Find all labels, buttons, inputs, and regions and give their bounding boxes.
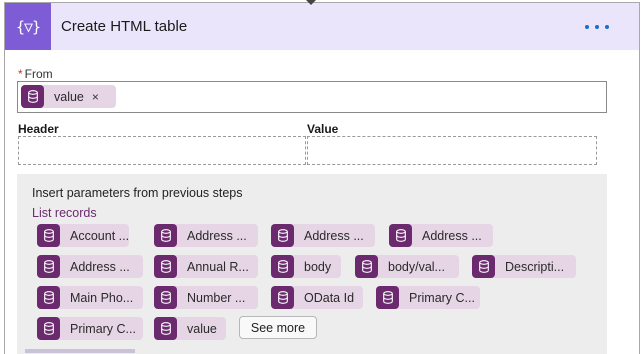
dynamic-content-token[interactable]: value <box>154 317 226 340</box>
database-icon <box>376 286 399 309</box>
database-icon <box>154 224 177 247</box>
database-icon <box>21 85 44 108</box>
dynamic-content-token[interactable]: Address ... <box>37 255 143 278</box>
remove-token-icon[interactable]: × <box>92 90 99 104</box>
value-column-label: Value <box>307 122 339 136</box>
database-icon <box>271 224 294 247</box>
token-label: Address ... <box>304 228 364 243</box>
database-icon <box>37 317 60 340</box>
token-label: Account ... <box>70 228 129 243</box>
token-label: Number ... <box>187 290 246 305</box>
required-marker: * <box>18 67 23 81</box>
card-title: Create HTML table <box>61 18 188 35</box>
create-html-table-card: {▽} Create HTML table * From value × Head… <box>4 2 640 354</box>
curly-braces-function-icon: {▽} <box>5 3 51 50</box>
token-label: Primary C... <box>409 290 475 305</box>
dynamic-content-token[interactable]: Number ... <box>154 286 258 309</box>
dynamic-content-title: Insert parameters from previous steps <box>32 186 243 200</box>
database-icon <box>355 255 378 278</box>
database-icon <box>37 286 60 309</box>
token-label: Primary C... <box>70 321 136 336</box>
dynamic-content-token[interactable]: Main Pho... <box>37 286 143 309</box>
token-label: body/val... <box>388 259 445 274</box>
token-label: body <box>304 259 332 274</box>
database-icon <box>271 255 294 278</box>
dot-icon <box>585 25 589 29</box>
token-label: value <box>187 321 217 336</box>
dot-icon <box>605 25 609 29</box>
token-label: Main Pho... <box>70 290 134 305</box>
database-icon <box>37 255 60 278</box>
dynamic-content-token[interactable]: Descripti... <box>472 255 576 278</box>
card-header[interactable]: {▽} Create HTML table <box>5 3 639 50</box>
from-token-label: value <box>54 89 84 104</box>
connector-arrow-icon <box>306 0 316 5</box>
dynamic-content-token[interactable]: Annual R... <box>154 255 258 278</box>
dynamic-content-token[interactable]: Address ... <box>389 224 493 247</box>
database-icon <box>154 286 177 309</box>
header-column-label: Header <box>18 122 59 136</box>
from-label-text: From <box>24 67 53 81</box>
dot-icon <box>595 25 599 29</box>
dynamic-content-token[interactable]: Account ... <box>37 224 129 247</box>
more-options-button[interactable] <box>585 20 609 34</box>
dynamic-content-token[interactable]: body <box>271 255 341 278</box>
header-input[interactable] <box>18 136 306 165</box>
database-icon <box>271 286 294 309</box>
next-group-link-cut-off <box>25 349 135 353</box>
dynamic-content-panel: Insert parameters from previous steps Li… <box>17 174 607 354</box>
token-label: Address ... <box>187 228 247 243</box>
dynamic-content-token[interactable]: Primary C... <box>37 317 143 340</box>
from-token-value[interactable]: value × <box>21 85 116 108</box>
token-label: Address ... <box>422 228 482 243</box>
database-icon <box>154 255 177 278</box>
value-input[interactable] <box>307 136 597 165</box>
from-label: * From <box>18 67 53 81</box>
token-label: Annual R... <box>187 259 249 274</box>
dynamic-content-token[interactable]: Address ... <box>154 224 258 247</box>
dynamic-content-token[interactable]: Address ... <box>271 224 375 247</box>
token-label: OData Id <box>304 290 355 305</box>
database-icon <box>37 224 60 247</box>
dynamic-content-token[interactable]: body/val... <box>355 255 459 278</box>
from-field[interactable]: value × <box>17 81 607 113</box>
token-label: Address ... <box>70 259 130 274</box>
dynamic-content-token[interactable]: OData Id <box>271 286 363 309</box>
database-icon <box>389 224 412 247</box>
database-icon <box>472 255 495 278</box>
see-more-button[interactable]: See more <box>239 316 317 339</box>
dynamic-content-token[interactable]: Primary C... <box>376 286 480 309</box>
dynamic-content-group-link[interactable]: List records <box>32 206 97 220</box>
database-icon <box>154 317 177 340</box>
token-label: Descripti... <box>505 259 565 274</box>
